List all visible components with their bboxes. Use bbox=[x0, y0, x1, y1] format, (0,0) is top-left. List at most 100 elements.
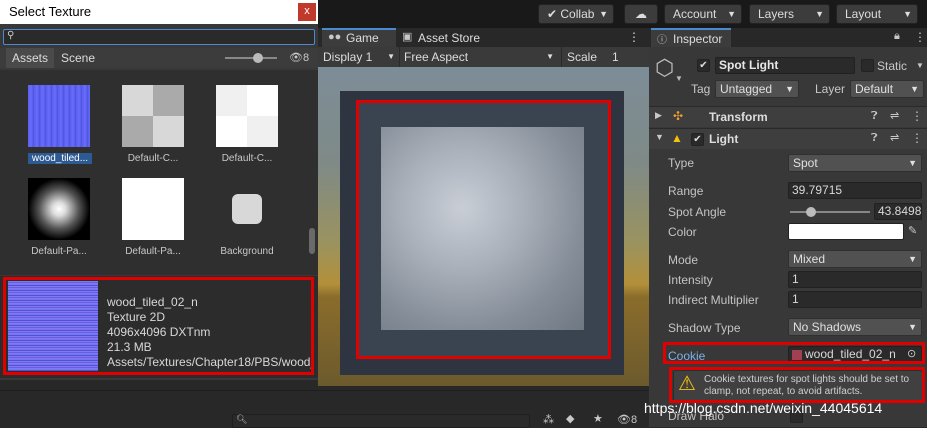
white-thumbnail bbox=[122, 178, 184, 240]
asset-grid: wood_tiled... Default-C... Default-C... … bbox=[0, 70, 318, 275]
kebab-menu-icon[interactable]: ⋮ bbox=[914, 30, 926, 44]
scrollbar-thumb[interactable] bbox=[309, 228, 315, 254]
intensity-field[interactable]: 1 bbox=[788, 271, 922, 288]
inspector-tabbar: ⓘ Inspector 🔒︎ ⋮ bbox=[649, 28, 927, 47]
hidden-count-label: 8 bbox=[630, 414, 638, 426]
object-name-value: Spot Light bbox=[719, 58, 779, 72]
range-value: 39.79715 bbox=[792, 183, 843, 197]
preset-icon[interactable]: ⇌ bbox=[890, 131, 899, 144]
kebab-menu-icon[interactable]: ⋮ bbox=[628, 30, 640, 44]
account-button[interactable]: Account ▼ bbox=[664, 4, 742, 24]
range-field[interactable]: 39.79715 bbox=[788, 182, 922, 199]
chevron-down-icon[interactable]: ▼ bbox=[916, 61, 924, 70]
mode-dropdown[interactable]: Mixed ▼ bbox=[788, 250, 922, 268]
background-thumbnail bbox=[216, 178, 278, 240]
close-icon: x bbox=[304, 5, 310, 17]
search-input[interactable]: 🔍︎ bbox=[232, 414, 530, 428]
scale-slider[interactable]: Scale 1 bbox=[561, 47, 649, 67]
color-swatch[interactable] bbox=[788, 223, 904, 240]
light-enabled-checkbox[interactable]: ✔ bbox=[691, 133, 704, 146]
indirect-multiplier-field[interactable]: 1 bbox=[788, 291, 922, 308]
scale-label: Scale bbox=[567, 50, 598, 64]
spot-angle-field[interactable]: 43.8498 bbox=[874, 203, 922, 220]
light-icon: ▲ bbox=[671, 131, 683, 145]
gamepad-icon: ●● bbox=[328, 31, 342, 43]
layout-label: Layout bbox=[845, 7, 882, 21]
tag-value: Untagged bbox=[720, 82, 773, 96]
chevron-down-icon: ▼ bbox=[546, 52, 554, 61]
star-icon[interactable]: ★ bbox=[593, 412, 603, 425]
normal-map-thumbnail bbox=[28, 85, 90, 147]
tab-asset-store[interactable]: ▣ Asset Store bbox=[398, 28, 498, 47]
light-component-header[interactable]: ▼ ▲ ✔ Light ❓︎ ⇌ ⋮ bbox=[649, 128, 927, 149]
transform-component-header[interactable]: ▶ ✣ Transform ❓︎ ⇌ ⋮ bbox=[649, 106, 927, 127]
static-checkbox[interactable] bbox=[861, 59, 874, 72]
indirect-multiplier-value: 1 bbox=[792, 292, 799, 306]
light-type-value: Spot bbox=[793, 156, 818, 170]
tab-inspector[interactable]: ⓘ Inspector bbox=[651, 28, 731, 47]
kebab-menu-icon[interactable]: ⋮ bbox=[911, 131, 923, 145]
rounded-square-icon bbox=[232, 194, 262, 224]
chevron-down-icon[interactable]: ▼ bbox=[675, 74, 683, 83]
watermark-text: https://blog.csdn.net/weixin_44045614 bbox=[644, 400, 883, 416]
shadow-type-dropdown[interactable]: No Shadows ▼ bbox=[788, 318, 922, 336]
zoom-slider[interactable] bbox=[225, 53, 277, 63]
help-icon[interactable]: ❓︎ bbox=[871, 110, 878, 123]
kebab-menu-icon[interactable]: ⋮ bbox=[911, 109, 923, 123]
game-toolbar: Display 1 ▼ Free Aspect ▼ Scale 1 bbox=[318, 47, 649, 67]
chevron-down-icon: ▼ bbox=[815, 9, 824, 19]
display-dropdown[interactable]: Display 1 ▼ bbox=[318, 47, 398, 67]
transform-icon: ✣ bbox=[673, 109, 684, 123]
active-checkbox[interactable]: ✔ bbox=[697, 59, 710, 72]
spot-angle-slider-thumb[interactable] bbox=[806, 207, 816, 217]
layer-label: Layer bbox=[815, 82, 846, 96]
shadow-type-label: Shadow Type bbox=[668, 321, 741, 335]
scrollbar[interactable] bbox=[305, 70, 318, 275]
light-type-dropdown[interactable]: Spot ▼ bbox=[788, 154, 922, 172]
spot-angle-slider[interactable] bbox=[790, 207, 870, 217]
highlight-box bbox=[669, 367, 925, 403]
layers-button[interactable]: Layers ▼ bbox=[749, 4, 830, 24]
game-render-view[interactable] bbox=[318, 67, 649, 386]
gameobject-cube-icon: ⬡ bbox=[655, 55, 675, 80]
help-icon[interactable]: ❓︎ bbox=[871, 132, 878, 145]
filter-type-icon[interactable]: ⁂ bbox=[543, 413, 554, 426]
eyedropper-icon[interactable]: ✎ bbox=[908, 224, 917, 237]
hidden-count-label: 8 bbox=[302, 52, 310, 64]
display-label: Display 1 bbox=[323, 50, 373, 64]
mode-label: Mode bbox=[668, 253, 699, 267]
hidden-count[interactable]: 👁︎8 bbox=[289, 51, 309, 64]
check-icon: ✔ bbox=[547, 7, 561, 21]
hidden-count[interactable]: 👁︎8 bbox=[617, 413, 637, 426]
layer-dropdown[interactable]: Default ▼ bbox=[850, 80, 924, 98]
tab-scene[interactable]: Scene bbox=[55, 48, 101, 68]
zoom-slider-thumb[interactable] bbox=[253, 53, 263, 63]
tab-game[interactable]: ●● Game bbox=[322, 28, 396, 47]
preset-icon[interactable]: ⇌ bbox=[890, 109, 899, 122]
cloud-button[interactable]: ☁ bbox=[624, 4, 658, 24]
tab-assets-label: Assets bbox=[12, 51, 49, 65]
intensity-label: Intensity bbox=[668, 273, 713, 287]
asset-preview-panel: wood_tiled_02_n Texture 2D 4096x4096 DXT… bbox=[0, 276, 318, 378]
spot-angle-label: Spot Angle bbox=[668, 205, 727, 219]
static-label: Static bbox=[877, 59, 908, 73]
spot-angle-value: 43.8498 bbox=[878, 204, 922, 218]
layout-button[interactable]: Layout ▼ bbox=[836, 4, 918, 24]
collab-button[interactable]: ✔ Collab ▼ bbox=[538, 4, 614, 24]
mode-value: Mixed bbox=[793, 252, 826, 266]
object-name-field[interactable]: Spot Light bbox=[715, 57, 855, 74]
select-texture-window: Select Texture x ⚲ Assets Scene 👁︎8 wood… bbox=[0, 0, 318, 380]
chevron-down-icon: ▼ bbox=[908, 322, 917, 332]
highlight-box bbox=[663, 342, 925, 364]
aspect-dropdown[interactable]: Free Aspect ▼ bbox=[399, 47, 559, 67]
lock-icon[interactable]: 🔒︎ bbox=[894, 30, 900, 43]
tag-dropdown[interactable]: Untagged ▼ bbox=[715, 80, 799, 98]
tab-assets[interactable]: Assets bbox=[6, 48, 55, 68]
label-icon[interactable]: ◆ bbox=[566, 412, 574, 425]
layer-value: Default bbox=[855, 82, 894, 96]
close-button[interactable]: x bbox=[298, 3, 316, 21]
search-input[interactable]: ⚲ bbox=[3, 29, 315, 45]
type-label: Type bbox=[668, 156, 695, 170]
tab-asset-store-label: Asset Store bbox=[418, 31, 481, 45]
chevron-down-icon: ▼ bbox=[727, 9, 736, 19]
